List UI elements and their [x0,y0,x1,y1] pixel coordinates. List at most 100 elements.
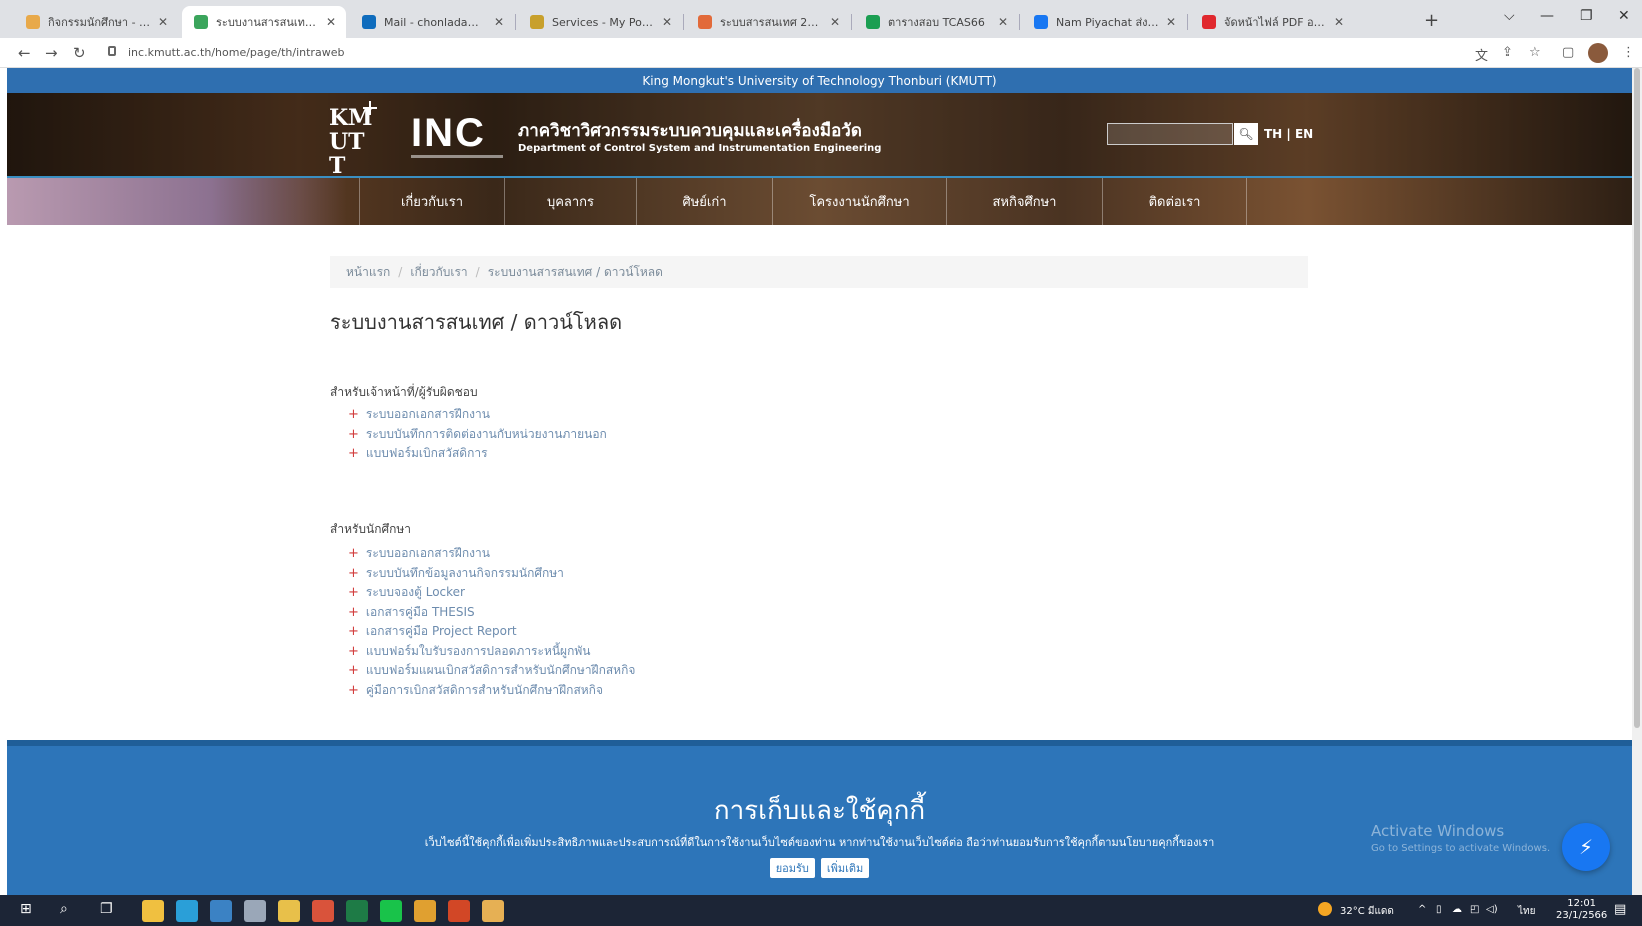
tab-close-icon[interactable]: ✕ [998,15,1008,29]
breadcrumb: หน้าแรก / เกี่ยวกับเรา / ระบบงานสารสนเทศ… [330,256,1308,288]
browser-tab[interactable]: Services - My Portal ✕ [518,6,682,38]
tray-volume-icon[interactable]: ◁) [1486,904,1498,915]
download-link-item[interactable]: + เอกสารคู่มือ THESIS [348,603,635,623]
search-icon[interactable]: 🔍︎ [1234,123,1258,145]
bookmark-star-icon[interactable]: ☆ [1529,45,1541,60]
file-explorer-icon[interactable] [142,900,164,922]
nav-item[interactable]: บุคลากร [505,178,637,225]
nav-item[interactable]: เกี่ยวกับเรา [359,178,505,225]
notifications-icon[interactable]: ▤ [1614,902,1626,917]
site-search-input[interactable] [1107,123,1233,145]
tray-chevron-icon[interactable]: ^ [1418,904,1426,915]
nav-item[interactable]: ศิษย์เก่า [637,178,773,225]
minimize-icon[interactable]: — [1540,8,1554,24]
tray-cloud-icon[interactable]: ☁︎ [1452,904,1462,915]
nav-item[interactable]: โครงงานนักศึกษา [773,178,947,225]
download-link-label[interactable]: เอกสารคู่มือ Project Report [366,622,517,641]
download-link-label[interactable]: ระบบออกเอกสารฝึกงาน [366,544,490,563]
tab-close-icon[interactable]: ✕ [326,15,336,29]
tray-language[interactable]: ไทย [1518,904,1535,919]
excel-icon[interactable] [346,900,368,922]
tray-weather[interactable]: 32°C มีแดด [1340,904,1394,919]
back-icon[interactable]: ← [18,44,31,62]
nav-item[interactable]: สหกิจศึกษา [947,178,1103,225]
url-field[interactable]: inc.kmutt.ac.th/home/page/th/intraweb [128,46,344,59]
browser-tab[interactable]: ระบบสารสนเทศ 2566 ✕ [686,6,850,38]
download-link-item[interactable]: + ระบบออกเอกสารฝึกงาน [348,405,607,425]
download-link-item[interactable]: + แบบฟอร์มใบรับรองการปลอดภาระหนี้ผูกพัน [348,642,635,662]
download-link-label[interactable]: ระบบบันทึกข้อมูลงานกิจกรรมนักศึกษา [366,564,564,583]
nav-item[interactable]: ติดต่อเรา [1103,178,1247,225]
cookie-more-button[interactable]: เพิ่มเติม [820,858,870,878]
download-link-item[interactable]: + ระบบบันทึกข้อมูลงานกิจกรรมนักศึกษา [348,564,635,584]
download-link-label[interactable]: ระบบออกเอกสารฝึกงาน [366,405,490,424]
cookie-accept-button[interactable]: ยอมรับ [769,858,815,878]
kmutt-logo-text: KMUTT [329,105,373,179]
explorer-icon[interactable] [278,900,300,922]
breadcrumb-about[interactable]: เกี่ยวกับเรา [410,263,467,282]
chrome-icon[interactable] [312,900,334,922]
download-link-item[interactable]: + ระบบบันทึกการติดต่องานกับหน่วยงานภายนอก [348,425,607,445]
download-link-label[interactable]: ระบบบันทึกการติดต่องานกับหน่วยงานภายนอก [366,425,607,444]
download-link-label[interactable]: แบบฟอร์มเบิกสวัสดิการ [366,444,488,463]
download-link-item[interactable]: + แบบฟอร์มแผนเบิกสวัสดิการสำหรับนักศึกษาฝ… [348,661,635,681]
browser-tab[interactable]: Nam Piyachat ส่งข้อความ ✕ [1022,6,1186,38]
download-link-label[interactable]: คู่มือการเบิกสวัสดิการสำหรับนักศึกษาฝึกส… [366,681,603,700]
line-icon[interactable] [380,900,402,922]
tab-search-icon[interactable]: ⌵ [1504,8,1515,24]
share-icon[interactable]: ⇪ [1502,45,1513,60]
search-taskbar-icon[interactable]: ⌕ [60,901,68,917]
download-link-item[interactable]: + ระบบออกเอกสารฝึกงาน [348,544,635,564]
messenger-chat-icon[interactable]: ⚡︎ [1562,823,1610,871]
language-switch[interactable]: TH | EN [1264,127,1313,141]
inc-logo[interactable]: INC [411,111,486,156]
download-link-label[interactable]: แบบฟอร์มใบรับรองการปลอดภาระหนี้ผูกพัน [366,642,591,661]
new-tab-button[interactable]: + [1424,10,1439,31]
breadcrumb-home[interactable]: หน้าแรก [346,263,390,282]
browser-tab[interactable]: ระบบงานสารสนเทศ / ดาวน์โหลด ✕ [182,6,346,38]
tab-close-icon[interactable]: ✕ [494,15,504,29]
task-view-icon[interactable]: ❐ [100,901,113,917]
download-link-item[interactable]: + เอกสารคู่มือ Project Report [348,622,635,642]
browser-tab[interactable]: ตารางสอบ TCAS66 ✕ [854,6,1018,38]
tray-network-icon[interactable]: ◰ [1470,904,1479,915]
university-name: King Mongkut's University of Technology … [642,73,997,88]
store-icon[interactable] [210,900,232,922]
tray-clock[interactable]: 12:01 23/1/2566 [1556,898,1607,922]
breadcrumb-separator: / [475,265,480,279]
download-link-item[interactable]: + คู่มือการเบิกสวัสดิการสำหรับนักศึกษาฝึก… [348,681,635,701]
tab-close-icon[interactable]: ✕ [158,15,168,29]
restore-icon[interactable]: ❐ [1580,8,1593,24]
windows-start-icon[interactable]: ⊞ [20,901,32,917]
tab-close-icon[interactable]: ✕ [830,15,840,29]
download-link-label[interactable]: ระบบจองตู้ Locker [366,583,465,602]
download-link-label[interactable]: เอกสารคู่มือ THESIS [366,603,475,622]
tab-close-icon[interactable]: ✕ [1334,15,1344,29]
browser-tab[interactable]: กิจกรรมนักศึกษา - KMUTT ✕ [14,6,178,38]
close-window-icon[interactable]: ✕ [1618,8,1630,24]
chrome-profile-icon[interactable] [414,900,436,922]
download-link-item[interactable]: + แบบฟอร์มเบิกสวัสดิการ [348,444,607,464]
tab-close-icon[interactable]: ✕ [1166,15,1176,29]
paint-icon[interactable] [244,900,266,922]
weather-icon[interactable] [1318,902,1332,916]
tab-title: Services - My Portal [552,15,656,29]
page-scrollbar[interactable] [1632,68,1642,895]
translate-icon[interactable]: 文 [1475,45,1488,64]
tab-close-icon[interactable]: ✕ [662,15,672,29]
notes-icon[interactable] [482,900,504,922]
edge-icon[interactable] [176,900,198,922]
download-link-item[interactable]: + ระบบจองตู้ Locker [348,583,635,603]
profile-avatar[interactable] [1588,43,1608,63]
tray-battery-icon[interactable]: ▯ [1436,904,1442,915]
sidebar-icon[interactable]: ▢ [1562,45,1574,60]
powerpoint-icon[interactable] [448,900,470,922]
tab-favicon-icon [530,15,544,29]
reload-icon[interactable]: ↻ [73,44,86,62]
download-link-label[interactable]: แบบฟอร์มแผนเบิกสวัสดิการสำหรับนักศึกษาฝึ… [366,661,635,680]
forward-icon[interactable]: → [45,44,58,62]
menu-icon[interactable]: ⋮ [1622,45,1635,60]
department-name-en: Department of Control System and Instrum… [518,143,882,154]
browser-tab[interactable]: Mail - chonlada@kmutt ✕ [350,6,514,38]
browser-tab[interactable]: จัดหน้าไฟล์ PDF ออนไลน์ ✕ [1190,6,1354,38]
